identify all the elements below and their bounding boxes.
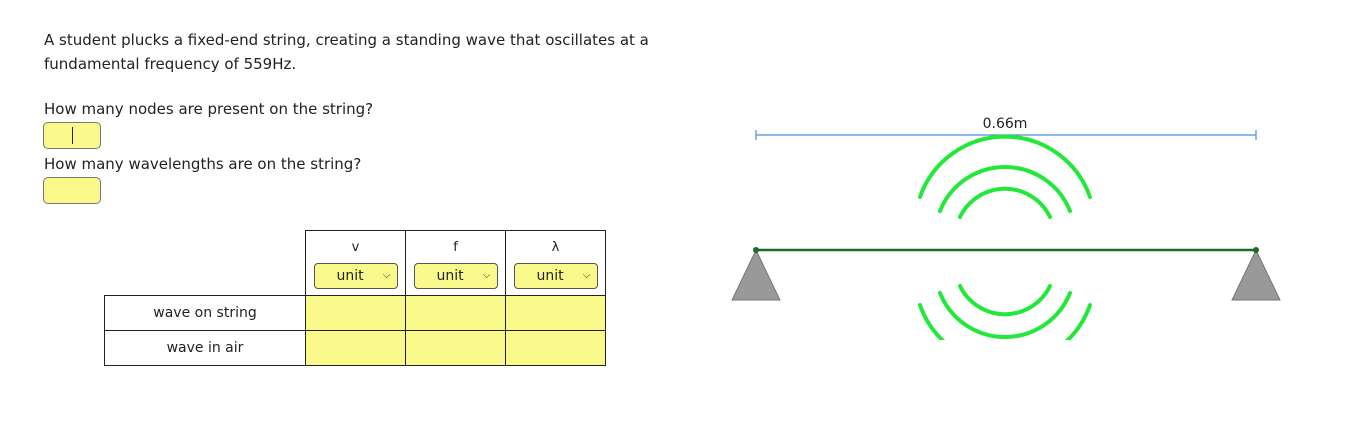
sound-wave-arc (958, 186, 1052, 219)
table-corner (105, 231, 306, 296)
table-row: wave in air (104, 330, 606, 366)
column-header-v: v unit ⌵ (305, 230, 406, 296)
column-symbol: f (453, 240, 458, 255)
string-v-input[interactable] (305, 295, 406, 331)
column-header-f: f unit ⌵ (405, 230, 506, 296)
question-wavelengths-label: How many wavelengths are on the string? (44, 155, 362, 173)
chevron-down-icon: ⌵ (482, 270, 491, 281)
column-symbol: v (351, 240, 360, 255)
air-f-input[interactable] (405, 330, 506, 366)
question-nodes-label: How many nodes are present on the string… (44, 100, 374, 118)
left-endpoint (753, 247, 759, 253)
column-symbol: λ (551, 240, 560, 255)
table-row: wave on string (104, 295, 606, 331)
chevron-down-icon: ⌵ (382, 270, 391, 281)
unit-select-value: unit (336, 268, 364, 284)
table-header-row: v unit ⌵ f unit ⌵ λ unit ⌵ (105, 230, 606, 296)
unit-select-f[interactable]: unit ⌵ (413, 263, 498, 289)
row-label: wave in air (104, 330, 306, 366)
sound-wave-arc (958, 284, 1052, 317)
string-f-input[interactable] (405, 295, 506, 331)
unit-select-value: unit (436, 268, 464, 284)
wavelengths-answer-input[interactable] (43, 177, 101, 204)
left-support (731, 248, 781, 301)
right-support (1231, 248, 1281, 301)
nodes-answer-input[interactable] (43, 122, 101, 149)
sound-waves (918, 134, 1092, 340)
row-label: wave on string (104, 295, 306, 331)
text-cursor (72, 127, 73, 144)
unit-select-lambda[interactable]: unit ⌵ (513, 263, 598, 289)
unit-select-v[interactable]: unit ⌵ (313, 263, 398, 289)
unit-select-value: unit (536, 268, 564, 284)
string-diagram: 0.66m (731, 116, 1281, 340)
column-header-lambda: λ unit ⌵ (505, 230, 606, 296)
chevron-down-icon: ⌵ (582, 270, 591, 281)
air-lambda-input[interactable] (505, 330, 606, 366)
problem-text: A student plucks a fixed-end string, cre… (44, 31, 649, 73)
wave-table: v unit ⌵ f unit ⌵ λ unit ⌵ wave on strin… (104, 230, 606, 366)
right-endpoint (1253, 247, 1259, 253)
string-lambda-input[interactable] (505, 295, 606, 331)
air-v-input[interactable] (305, 330, 406, 366)
sound-wave-arc (918, 303, 1092, 340)
length-label: 0.66m (983, 116, 1028, 132)
